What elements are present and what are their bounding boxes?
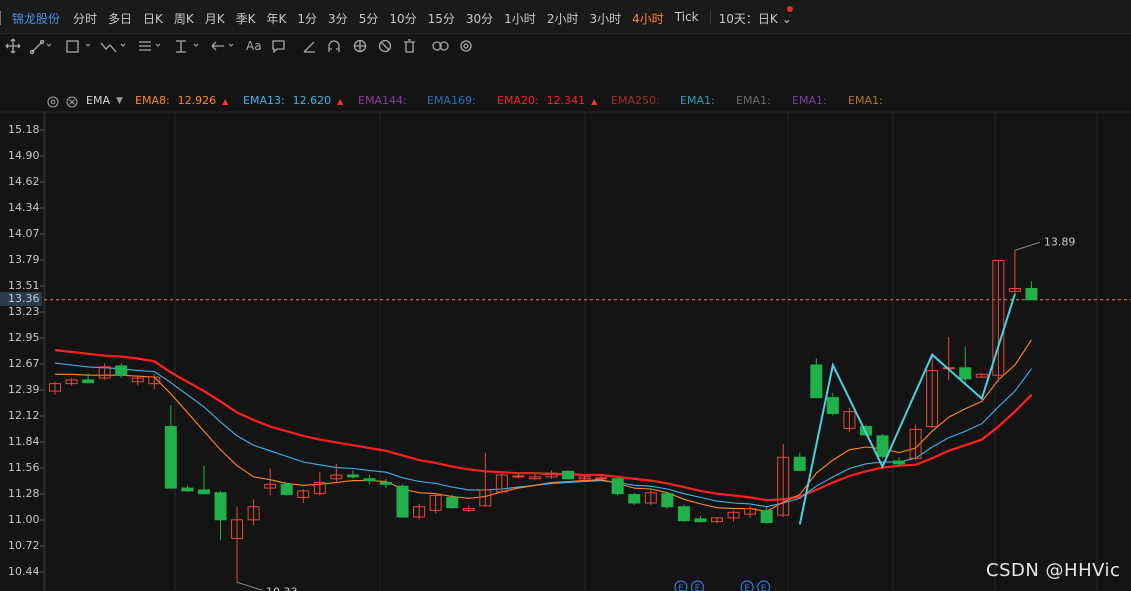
price-tick: 11.00 — [8, 513, 40, 526]
price-tick: 10.44 — [8, 565, 40, 578]
price-tick: 12.95 — [8, 331, 40, 344]
event-marker-glyph: E — [761, 584, 767, 591]
candle-body[interactable] — [164, 426, 177, 489]
price-tick: 12.12 — [8, 409, 40, 422]
high-price-label: 13.89 — [1044, 235, 1076, 248]
event-marker-glyph: E — [744, 584, 750, 591]
low-price-label: 10.33 — [266, 585, 298, 591]
candle-body[interactable] — [677, 506, 690, 522]
candle-body[interactable] — [893, 460, 906, 465]
candle-body[interactable] — [446, 496, 459, 509]
ema8-line — [55, 339, 1032, 512]
candle-body[interactable] — [380, 481, 392, 485]
price-tick: 13.51 — [8, 279, 40, 292]
watermark: CSDN @HHVic — [986, 560, 1121, 581]
candle-body[interactable] — [694, 518, 707, 523]
price-tick: 14.90 — [8, 149, 40, 162]
candle-body[interactable] — [959, 367, 972, 380]
price-tick: 11.28 — [8, 487, 40, 500]
price-axis: 15.18 14.90 14.62 14.34 14.07 13.79 13.51 13.23… — [0, 110, 44, 591]
candle-body[interactable] — [793, 456, 806, 471]
candle-body[interactable] — [214, 492, 227, 521]
price-tick: 13.23 — [8, 305, 40, 318]
price-tick: 13.79 — [8, 253, 40, 266]
candle-body[interactable] — [181, 487, 194, 492]
candle-body[interactable] — [661, 493, 674, 508]
candle-body[interactable] — [115, 365, 128, 376]
candle-body[interactable] — [876, 435, 889, 457]
candle-body[interactable] — [82, 379, 95, 384]
low-label-leader — [236, 581, 263, 591]
candle-body[interactable] — [810, 364, 823, 399]
candle-body[interactable] — [826, 397, 839, 414]
candle-body[interactable] — [760, 509, 773, 524]
price-tick: 10.72 — [8, 539, 40, 552]
candle-body[interactable] — [611, 478, 624, 495]
price-tick: 15.18 — [8, 123, 40, 136]
candle-body[interactable] — [346, 474, 359, 478]
price-tick: 14.34 — [8, 201, 40, 214]
candle-body[interactable] — [363, 478, 376, 482]
price-tick: 14.62 — [8, 175, 40, 188]
candle-body[interactable] — [280, 483, 293, 496]
price-tick: 12.39 — [8, 383, 40, 396]
candle-body[interactable] — [512, 475, 525, 478]
current-price-tag: 13.36 — [0, 292, 42, 306]
high-label-leader — [1014, 241, 1041, 251]
ema13-line — [54, 362, 1032, 508]
candlestick-chart[interactable]: 13.89 10.33 E E E E — [0, 0, 1131, 591]
candle-body[interactable] — [562, 470, 575, 480]
candle-body[interactable] — [628, 494, 641, 504]
candle-body[interactable] — [197, 489, 210, 495]
price-tick: 12.67 — [8, 357, 40, 370]
candle-body[interactable] — [595, 477, 608, 480]
candle-body[interactable] — [396, 485, 409, 518]
price-tick: 14.07 — [8, 227, 40, 240]
candle-body[interactable] — [1025, 288, 1038, 301]
ema20-line — [54, 349, 1033, 502]
price-tick: 11.56 — [8, 461, 40, 474]
price-tick: 11.84 — [8, 435, 40, 448]
event-marker-glyph: E — [695, 584, 701, 591]
event-marker-glyph: E — [678, 584, 684, 591]
